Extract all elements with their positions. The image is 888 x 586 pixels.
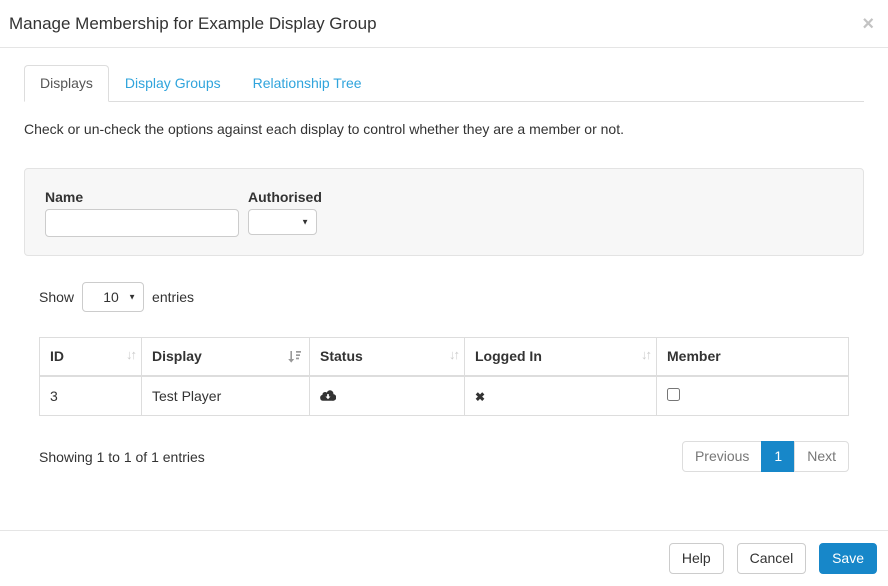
next-page-button[interactable]: Next [794,441,849,472]
cross-icon: ✖ [475,390,485,404]
tab-bar: Displays Display Groups Relationship Tre… [24,65,864,102]
save-button[interactable]: Save [819,543,877,574]
entries-select[interactable]: 10 ▼ [82,282,144,312]
sort-icon: ↓↑ [126,348,135,361]
authorised-filter-group: Authorised ▼ [248,189,322,235]
cloud-download-icon [320,389,336,401]
modal-body: Displays Display Groups Relationship Tre… [0,48,888,472]
column-header-display[interactable]: Display [142,338,310,376]
name-label: Name [45,189,239,205]
table-footer: Showing 1 to 1 of 1 entries Previous 1 N… [39,441,849,472]
column-header-member: Member [657,338,849,376]
show-label: Show [39,289,74,305]
name-input[interactable] [45,209,239,237]
sort-icon: ↓↑ [449,348,458,361]
authorised-label: Authorised [248,189,322,205]
column-header-logged-in[interactable]: Logged In ↓↑ [465,338,657,376]
cell-display: Test Player [142,376,310,416]
table-row: 3 Test Player ✖ [40,376,849,416]
column-header-status[interactable]: Status ↓↑ [310,338,465,376]
tab-relationship-tree[interactable]: Relationship Tree [237,65,378,102]
entries-summary: Showing 1 to 1 of 1 entries [39,449,205,465]
sort-icon: ↓↑ [641,348,650,361]
instruction-text: Check or un-check the options against ea… [24,120,864,138]
cell-logged-in: ✖ [465,376,657,416]
page-1-button[interactable]: 1 [761,441,795,472]
displays-table-area: ID ↓↑ Display [39,337,849,416]
tab-displays[interactable]: Displays [24,65,109,102]
name-filter-group: Name [45,189,239,235]
member-checkbox[interactable] [667,388,680,401]
column-header-id[interactable]: ID ↓↑ [40,338,142,376]
sort-asc-icon [288,350,301,363]
entries-label: entries [152,289,194,305]
chevron-down-icon: ▼ [128,293,136,302]
cell-status [310,376,465,416]
previous-page-button[interactable]: Previous [682,441,762,472]
cell-id: 3 [40,376,142,416]
tab-display-groups[interactable]: Display Groups [109,65,237,102]
table-header-row: ID ↓↑ Display [40,338,849,376]
entries-select-value: 10 [103,289,119,305]
help-button[interactable]: Help [669,543,724,574]
length-control: Show 10 ▼ entries [39,282,849,312]
authorised-select[interactable]: ▼ [248,209,317,235]
filter-panel: Name Authorised ▼ [24,168,864,256]
modal-footer: Help Cancel Save [0,530,888,586]
cancel-button[interactable]: Cancel [737,543,807,574]
close-icon[interactable]: × [862,14,874,34]
cell-member [657,376,849,416]
modal-header: Manage Membership for Example Display Gr… [0,0,888,48]
displays-table: ID ↓↑ Display [39,337,849,416]
pagination: Previous 1 Next [682,441,849,472]
chevron-down-icon: ▼ [301,218,309,227]
modal-title: Manage Membership for Example Display Gr… [9,14,377,34]
